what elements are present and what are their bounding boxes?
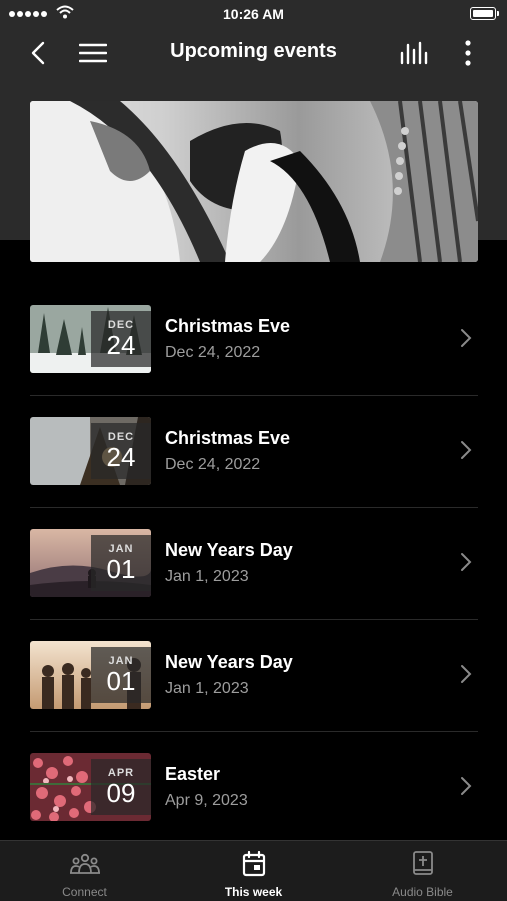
battery-icon	[470, 7, 499, 20]
hero-image	[30, 101, 478, 262]
event-thumbnail: JAN 01	[30, 529, 151, 597]
date-day: 09	[106, 778, 136, 808]
tab-connect[interactable]: Connect	[0, 841, 169, 901]
event-thumbnail: JAN 01	[30, 641, 151, 709]
event-row[interactable]: DEC 24 Christmas Eve Dec 24, 2022	[30, 396, 478, 508]
audio-button[interactable]	[396, 28, 434, 78]
chevron-right-icon	[461, 553, 472, 571]
nav-bar: Upcoming events	[0, 28, 507, 78]
event-date: Dec 24, 2022	[165, 456, 261, 473]
event-date: Jan 1, 2023	[165, 568, 249, 585]
chevron-right-icon	[461, 441, 472, 459]
more-button[interactable]	[456, 28, 480, 78]
date-badge: DEC 24	[91, 311, 151, 367]
more-vertical-icon	[465, 40, 471, 66]
tab-audio-bible[interactable]: Audio Bible	[338, 841, 507, 901]
date-badge: APR 09	[91, 759, 151, 815]
event-title: Christmas Eve	[165, 428, 291, 448]
event-title: New Years Day	[165, 540, 293, 560]
event-row[interactable]: JAN 01 New Years Day Jan 1, 2023	[30, 620, 478, 732]
date-badge: DEC 24	[91, 423, 151, 479]
event-row[interactable]: JAN 01 New Years Day Jan 1, 2023	[30, 508, 478, 620]
event-title: Easter	[165, 764, 221, 784]
tab-label: Audio Bible	[392, 885, 453, 899]
bible-icon	[412, 851, 433, 875]
event-title: Christmas Eve	[165, 316, 291, 336]
chevron-right-icon	[461, 777, 472, 795]
date-badge: JAN 01	[91, 647, 151, 703]
calendar-icon	[242, 851, 265, 877]
date-day: 24	[106, 330, 136, 360]
chevron-right-icon	[461, 665, 472, 683]
event-title: New Years Day	[165, 652, 293, 672]
date-day: 01	[106, 554, 136, 584]
event-thumbnail: DEC 24	[30, 417, 151, 485]
event-row[interactable]: DEC 24 Christmas Eve Dec 24, 2022	[30, 284, 478, 396]
event-thumbnail: APR 09	[30, 753, 151, 821]
event-date: Jan 1, 2023	[165, 680, 249, 697]
people-icon	[69, 853, 100, 874]
event-row[interactable]: APR 09 Easter Apr 9, 2023	[30, 732, 478, 844]
events-list: DEC 24 Christmas Eve Dec 24, 2022 DEC 24…	[30, 284, 478, 844]
status-time: 10:26 AM	[223, 6, 284, 22]
tab-label: Connect	[62, 885, 107, 899]
event-date: Apr 9, 2023	[165, 792, 248, 809]
event-thumbnail: DEC 24	[30, 305, 151, 373]
date-day: 01	[106, 666, 136, 696]
chevron-right-icon	[461, 329, 472, 347]
tab-bar: Connect This week Audio Bible	[0, 840, 507, 901]
tab-this-week[interactable]: This week	[169, 841, 338, 901]
audio-bars-icon	[400, 41, 428, 65]
date-day: 24	[106, 442, 136, 472]
tab-label: This week	[224, 885, 283, 899]
event-date: Dec 24, 2022	[165, 344, 261, 361]
date-badge: JAN 01	[91, 535, 151, 591]
status-bar: 10:26 AM	[0, 0, 507, 28]
